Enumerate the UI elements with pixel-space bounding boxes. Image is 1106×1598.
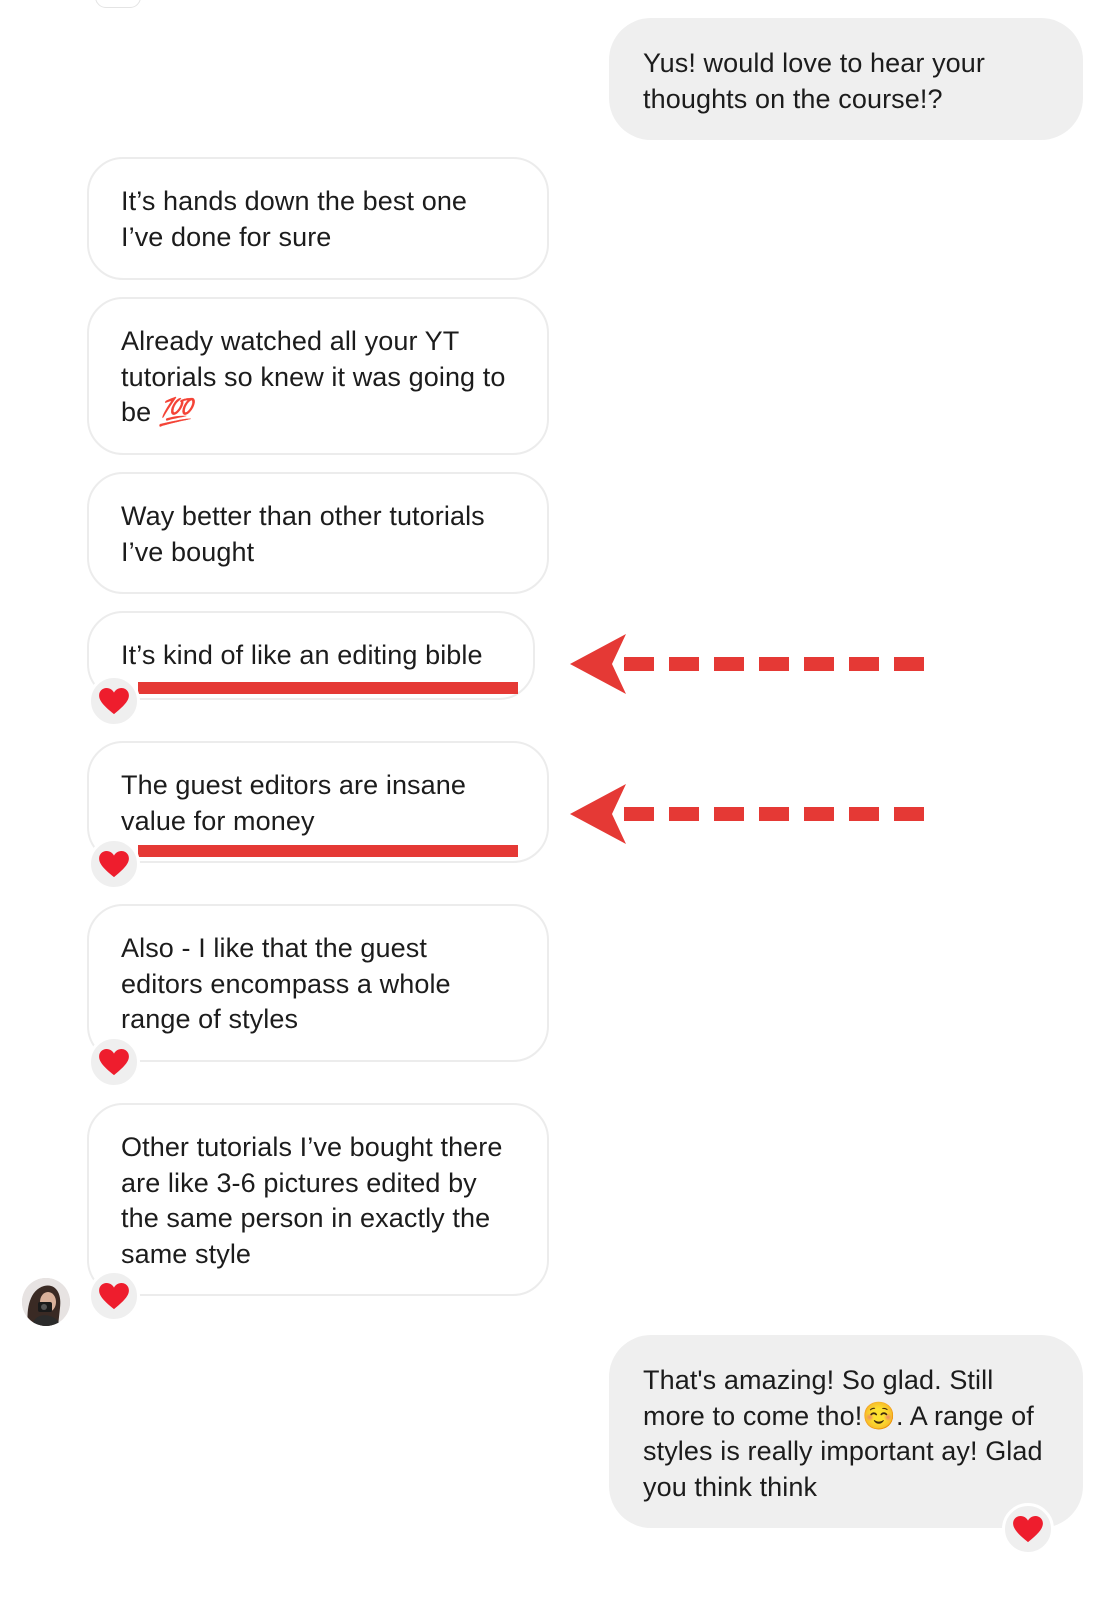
message-text: Already watched all your YT tutorials so… bbox=[121, 326, 506, 428]
heart-icon bbox=[1013, 1515, 1043, 1542]
heart-reaction[interactable] bbox=[88, 1270, 140, 1322]
heart-reaction[interactable] bbox=[1002, 1503, 1054, 1555]
message-text: It’s kind of like an editing bible bbox=[121, 640, 483, 670]
heart-reaction[interactable] bbox=[88, 838, 140, 890]
message-incoming[interactable]: It’s hands down the best one I’ve done f… bbox=[87, 157, 549, 280]
message-incoming[interactable]: Also - I like that the guest editors enc… bbox=[87, 904, 549, 1062]
message-text: Also - I like that the guest editors enc… bbox=[121, 933, 451, 1034]
annotation-arrow bbox=[570, 634, 924, 694]
heart-reaction[interactable] bbox=[88, 1036, 140, 1088]
message-incoming[interactable]: Way better than other tutorials I’ve bou… bbox=[87, 472, 549, 594]
message-text: Yus! would love to hear your thoughts on… bbox=[643, 48, 986, 114]
message-text: Other tutorials I’ve bought there are li… bbox=[121, 1132, 503, 1269]
message-incoming[interactable]: Other tutorials I’ve bought there are li… bbox=[87, 1103, 549, 1296]
heart-reaction[interactable] bbox=[88, 675, 140, 727]
annotation-underline bbox=[138, 682, 518, 694]
heart-icon bbox=[99, 850, 129, 877]
heart-icon bbox=[99, 687, 129, 714]
previous-avatar-edge bbox=[95, 0, 141, 8]
annotation-arrow bbox=[570, 784, 924, 844]
smiling-face-emoji: ☺️ bbox=[862, 1400, 897, 1432]
message-text: It’s hands down the best one I’ve done f… bbox=[121, 186, 468, 252]
message-text: Way better than other tutorials I’ve bou… bbox=[121, 501, 485, 567]
sender-avatar[interactable] bbox=[22, 1278, 70, 1326]
avatar-photo bbox=[22, 1278, 70, 1326]
message-outgoing[interactable]: Yus! would love to hear your thoughts on… bbox=[609, 18, 1083, 140]
message-incoming[interactable]: Already watched all your YT tutorials so… bbox=[87, 297, 549, 455]
message-text: That's amazing! So glad. Still more to c… bbox=[643, 1365, 1043, 1502]
heart-icon bbox=[99, 1282, 129, 1309]
hundred-points-emoji: 💯 bbox=[158, 397, 193, 428]
heart-icon bbox=[99, 1048, 129, 1075]
message-outgoing[interactable]: That's amazing! So glad. Still more to c… bbox=[609, 1335, 1083, 1528]
message-text: The guest editors are insane value for m… bbox=[121, 770, 467, 836]
annotation-underline bbox=[138, 845, 518, 857]
